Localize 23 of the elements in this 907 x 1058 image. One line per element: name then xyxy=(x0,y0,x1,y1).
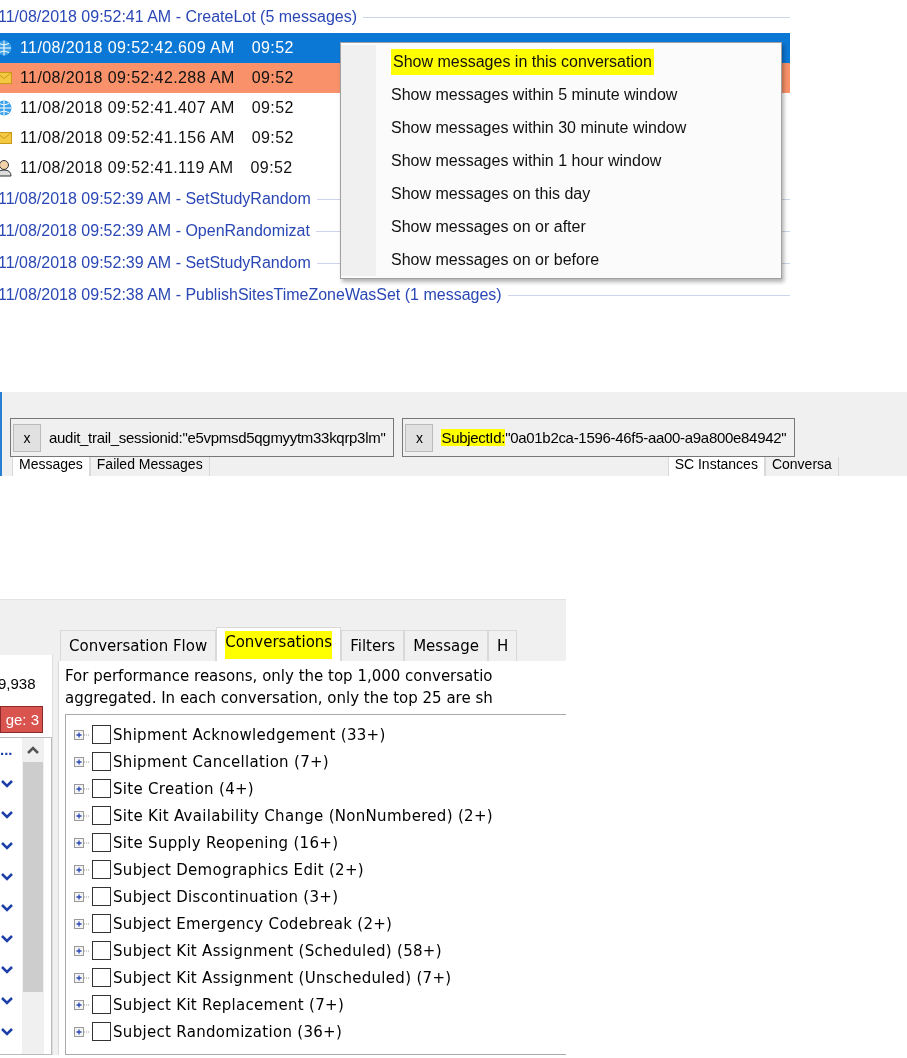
timestamp: 11/08/2018 09:52:41.407 AM xyxy=(20,99,235,117)
timestamp: 09:52 xyxy=(251,99,294,117)
notice-text: aggregated. In each conversation, only the top 25 are sh xyxy=(65,688,494,709)
timestamp: 09:52 xyxy=(251,69,294,87)
notice-text: For performance reasons, only the top 1,000 conversatio xyxy=(65,666,494,687)
error-badge: ge: 3 xyxy=(0,706,43,733)
menu-item-label: Show messages on or before xyxy=(391,250,600,269)
timestamp: 09:52 xyxy=(251,39,294,57)
filter-text: SubjectId:"0a01b2ca-1596-46f5-aa00-a9a800e84942" xyxy=(441,429,787,446)
timestamp: 09:52 xyxy=(250,159,293,177)
list-header: ... xyxy=(0,740,14,760)
menu-item-label: Show messages on this day xyxy=(391,184,591,203)
timestamp: 11/08/2018 09:52:42.288 AM xyxy=(20,69,235,87)
timestamp: 11/08/2018 09:52:41.156 AM xyxy=(20,129,235,147)
filter-text: audit_trail_sessionid:"e5vpmsd5qgmyytm33kqrp3lm" xyxy=(49,429,386,446)
menu-item-label: Show messages on or after xyxy=(391,217,586,236)
menu-item-label: Show messages in this conversation xyxy=(391,48,654,75)
timestamp: 11/08/2018 09:52:41.119 AM xyxy=(20,159,234,177)
menu-item-label: Show messages within 1 hour window xyxy=(391,151,662,170)
timestamp: 09:52 xyxy=(251,129,294,147)
menu-item-label: Show messages within 5 minute window xyxy=(391,85,678,104)
timestamp: 11/08/2018 09:52:42.609 AM xyxy=(20,39,235,57)
menu-item-label: Show messages within 30 minute window xyxy=(391,118,687,137)
